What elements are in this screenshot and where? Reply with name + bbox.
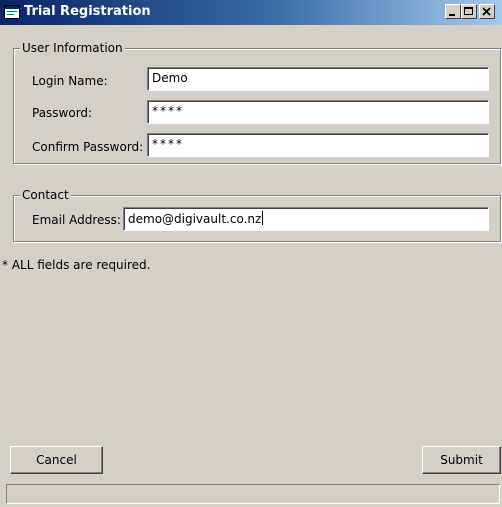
registration-window: Trial Registration User Information Logi…: [0, 0, 502, 507]
required-fields-note: * ALL fields are required.: [2, 258, 151, 272]
title-bar[interactable]: Trial Registration: [0, 0, 502, 25]
password-label: Password:: [32, 106, 93, 120]
contact-legend: Contact: [20, 188, 71, 202]
email-address-label: Email Address:: [32, 213, 121, 227]
window-title: Trial Registration: [24, 4, 151, 19]
close-button[interactable]: [479, 4, 495, 19]
maximize-icon: [464, 7, 473, 15]
minimize-icon: [449, 14, 455, 16]
confirm-password-field[interactable]: ****: [147, 133, 489, 157]
close-icon: [482, 7, 491, 16]
text-caret: [262, 211, 264, 225]
email-address-field[interactable]: demo@digivault.co.nz: [123, 207, 489, 231]
submit-button[interactable]: Submit: [422, 446, 501, 474]
user-information-legend: User Information: [20, 41, 125, 55]
password-field[interactable]: ****: [147, 100, 489, 124]
maximize-button[interactable]: [461, 4, 477, 19]
status-bar: [6, 484, 500, 504]
login-name-field[interactable]: Demo: [147, 67, 489, 91]
login-name-label: Login Name:: [32, 74, 108, 88]
email-address-value: demo@digivault.co.nz: [128, 212, 262, 226]
app-window-icon: [4, 5, 20, 19]
minimize-button[interactable]: [445, 4, 461, 19]
cancel-button[interactable]: Cancel: [10, 446, 103, 474]
confirm-password-label: Confirm Password:: [32, 140, 144, 154]
